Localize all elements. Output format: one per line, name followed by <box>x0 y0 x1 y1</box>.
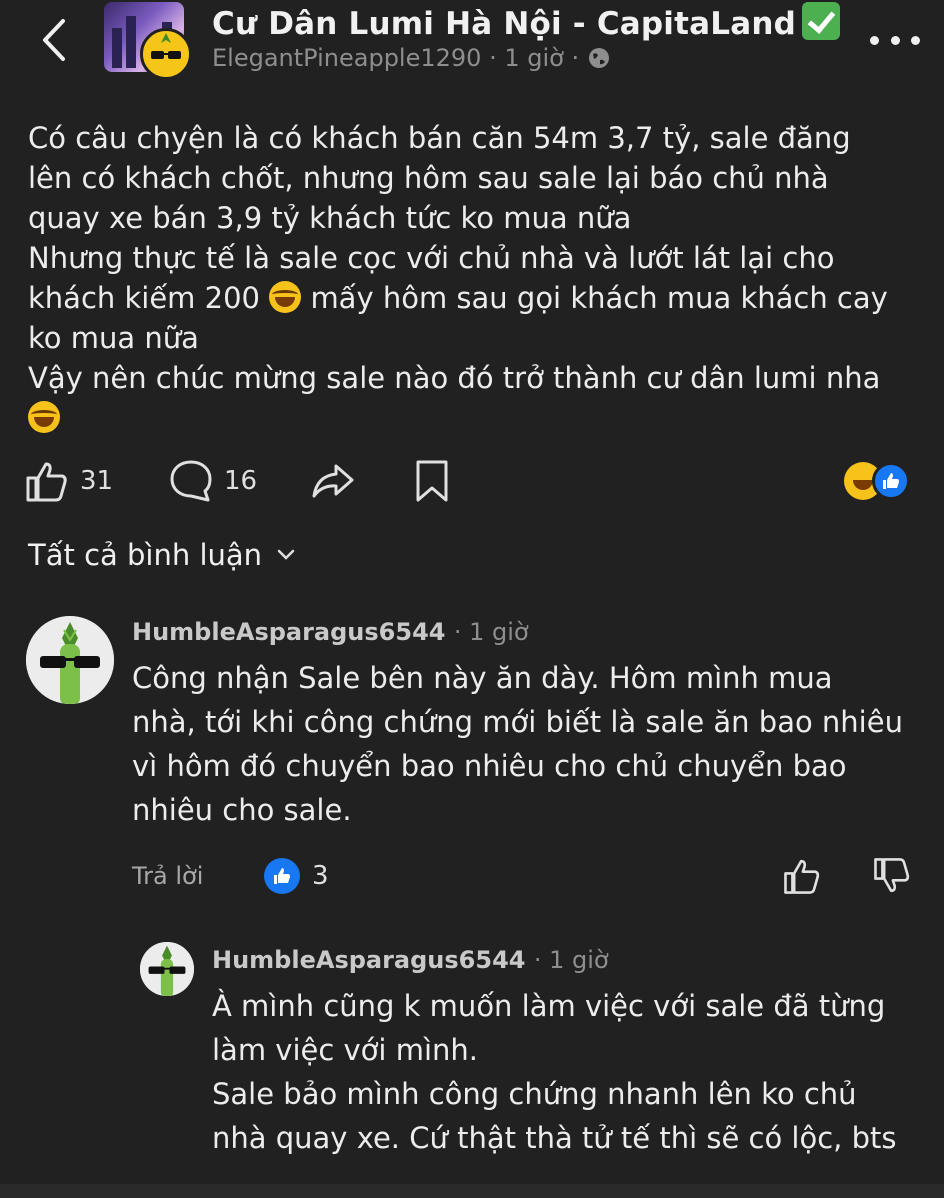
post-header: Cư Dân Lumi Hà Nội - CapitaLand ElegantP… <box>0 0 944 96</box>
thumbs-up-icon <box>26 462 67 502</box>
post-line: Nhưng thực tế là sale cọc với chủ nhà và… <box>28 241 835 275</box>
reply-line: Sale bảo mình công chứng nhanh lên ko ch… <box>212 1077 857 1111</box>
post-line-part: mấy hôm sau gọi khách mua khách cay <box>310 281 888 315</box>
like-reaction-icon <box>264 858 300 894</box>
reactions-summary[interactable] <box>844 462 924 502</box>
globe-icon <box>588 48 609 68</box>
reply-body: À mình cũng k muốn làm việc với sale đã … <box>212 984 897 1160</box>
reply-author-name[interactable]: HumbleAsparagus6544 <box>212 946 525 974</box>
upvote-thumbs-up-icon[interactable] <box>782 856 822 896</box>
comment-button[interactable]: 16 <box>168 456 257 506</box>
reply-button[interactable]: Trả lời <box>132 862 203 890</box>
comment-bubble-icon <box>170 460 212 502</box>
more-dots-icon <box>870 35 879 45</box>
post-line: khách kiếm 200 mấy hôm sau gọi khách mua… <box>28 278 928 318</box>
commenter-avatar[interactable] <box>26 616 114 704</box>
comment-like-count: 3 <box>312 861 329 891</box>
chevron-down-icon <box>277 549 295 560</box>
more-dot <box>890 35 900 45</box>
author-avatar[interactable] <box>140 28 192 80</box>
group-name[interactable]: Cư Dân Lumi Hà Nội - CapitaLand <box>212 6 796 42</box>
reply-avatar[interactable] <box>140 942 194 996</box>
meta-separator: · <box>489 44 497 72</box>
like-reaction-icon <box>872 462 910 500</box>
reply-author[interactable]: HumbleAsparagus6544 · 1 giờ <box>212 946 609 974</box>
comment-author[interactable]: HumbleAsparagus6544 · 1 giờ <box>132 618 529 646</box>
reply-line: làm việc với mình. <box>212 1033 478 1067</box>
author-name[interactable]: ElegantPineapple1290 <box>212 44 481 72</box>
comment-line: Công nhận Sale bên này ăn dày. Hôm mình … <box>132 661 833 695</box>
bookmark-button[interactable] <box>412 456 452 506</box>
more-dot <box>911 35 920 45</box>
post-meta: ElegantPineapple1290 · 1 giờ · <box>212 44 611 72</box>
post-line: ko mua nữa <box>28 321 199 355</box>
comment-line: vì hôm đó chuyển bao nhiêu cho chủ chuyể… <box>132 749 847 783</box>
post-time: 1 giờ <box>504 44 564 72</box>
comments-sort-dropdown[interactable]: Tất cả bình luận <box>28 538 296 572</box>
comment-count: 16 <box>224 466 258 496</box>
group-title[interactable]: Cư Dân Lumi Hà Nội - CapitaLand <box>212 2 840 42</box>
post-line: Có câu chyện là có khách bán căn 54m 3,7… <box>28 121 851 155</box>
comment-line: nhiêu cho sale. <box>132 793 352 827</box>
comment-actions: Trả lời 3 <box>132 856 922 900</box>
like-button[interactable]: 31 <box>24 456 113 506</box>
downvote-icon[interactable] <box>872 856 912 896</box>
like-count: 31 <box>80 466 114 496</box>
post-action-bar: 31 16 <box>24 456 924 506</box>
reply-time: · 1 giờ <box>533 946 609 974</box>
share-arrow-icon <box>312 464 354 498</box>
comment-author-name[interactable]: HumbleAsparagus6544 <box>132 618 445 646</box>
bottom-cutoff <box>0 1184 944 1198</box>
meta-separator-2: · <box>571 44 580 72</box>
comment-like-summary[interactable]: 3 <box>264 858 329 894</box>
back-button[interactable] <box>34 14 74 66</box>
post-line <box>28 398 928 438</box>
share-button[interactable] <box>310 456 356 506</box>
laughing-emoji-icon <box>269 281 302 313</box>
post-line: Vậy nên chúc mừng sale nào đó trở thành … <box>28 361 881 395</box>
laughing-emoji-icon <box>28 401 60 433</box>
post-line-part: khách kiếm 200 <box>28 281 260 315</box>
bookmark-icon <box>416 460 448 502</box>
reply-line: À mình cũng k muốn làm việc với sale đã … <box>212 989 886 1023</box>
more-options-button[interactable] <box>870 22 920 58</box>
comments-title: Tất cả bình luận <box>28 538 263 572</box>
verified-check-icon <box>802 2 840 40</box>
comment-line: nhà, tới khi công chứng mới biết là sale… <box>132 705 903 739</box>
post-line: quay xe bán 3,9 tỷ khách tức ko mua nữa <box>28 201 632 235</box>
post-line: lên có khách chốt, nhưng hôm sau sale lạ… <box>28 161 829 195</box>
post-body: Có câu chyện là có khách bán căn 54m 3,7… <box>28 118 928 438</box>
comment-time: · 1 giờ <box>453 618 529 646</box>
comment-body: Công nhận Sale bên này ăn dày. Hôm mình … <box>132 656 903 832</box>
reply-line: nhà quay xe. Cứ thật thà tử tế thì sẽ có… <box>212 1121 897 1155</box>
back-chevron-icon <box>43 19 65 61</box>
